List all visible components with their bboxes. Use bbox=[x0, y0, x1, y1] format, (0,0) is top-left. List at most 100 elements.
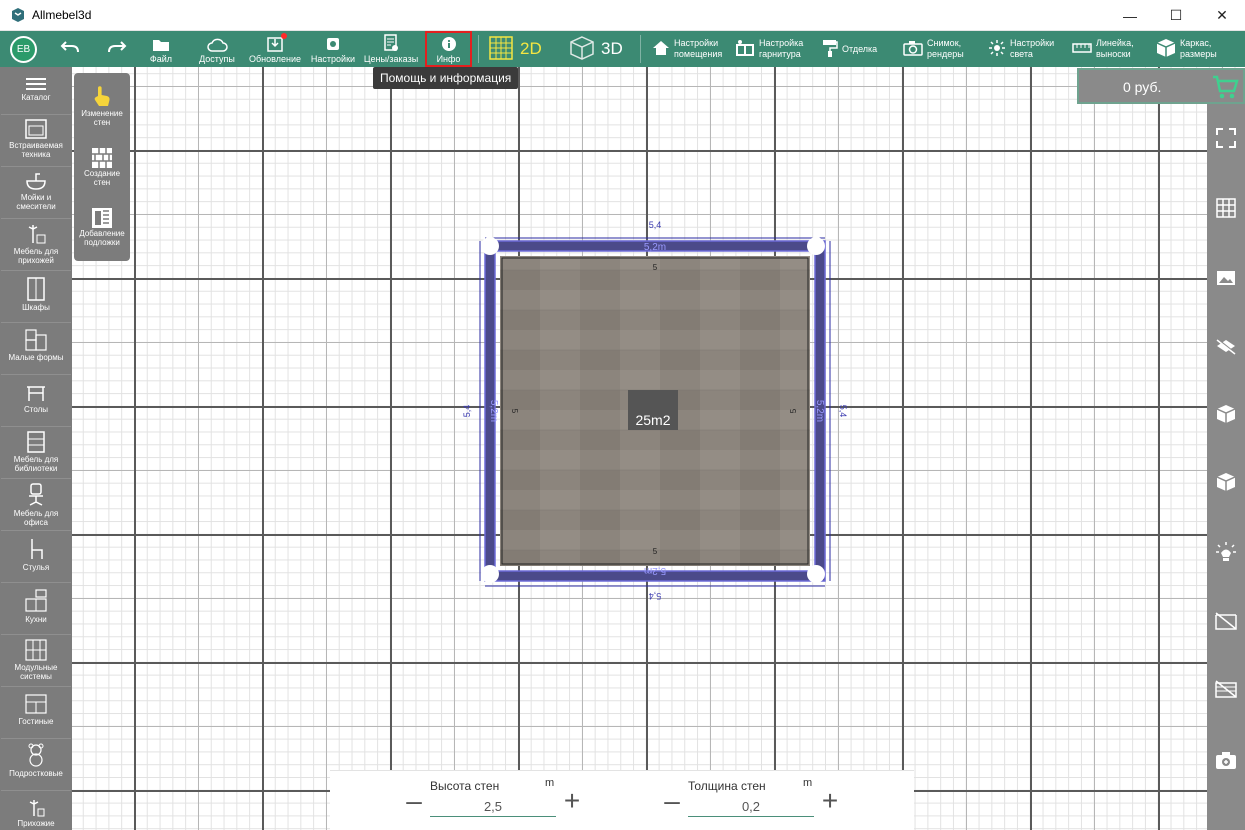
update-button[interactable]: Обновление bbox=[248, 31, 302, 67]
light-settings-button[interactable]: Настройки света bbox=[988, 31, 1066, 67]
sidebar-item-office-furniture[interactable]: Мебель для офиса bbox=[1, 479, 71, 531]
light-icon bbox=[989, 40, 1005, 56]
dim-bottom-outer: 5,4 bbox=[649, 591, 662, 601]
corner-handle[interactable] bbox=[481, 237, 499, 255]
cabinet-icon bbox=[736, 40, 754, 56]
menu-icon bbox=[26, 78, 46, 90]
dim-left-outer: 5,4 bbox=[462, 405, 472, 418]
cube-icon[interactable] bbox=[1214, 470, 1238, 494]
sidebar-item-teen[interactable]: Подростковые bbox=[1, 739, 71, 791]
wall-thickness-label: Толщина стен bbox=[688, 779, 766, 793]
wall-thickness-input[interactable]: 0,2 bbox=[688, 797, 814, 817]
dim-bottom-wall: 5,2m bbox=[644, 565, 666, 576]
image-icon[interactable] bbox=[1214, 266, 1238, 290]
dim-top-outer: 5,4 bbox=[649, 220, 662, 230]
frame-dimensions-button[interactable]: Каркас, размеры bbox=[1156, 31, 1240, 67]
furniture-set-button[interactable]: Настройка гарнитура bbox=[735, 31, 815, 67]
hide-objects-icon[interactable] bbox=[1214, 334, 1238, 358]
wardrobe-icon bbox=[27, 277, 45, 301]
floor-plan[interactable]: 5,4 5,2m 5 5 5,2m 5,4 5,4 5,2m 5 5 5,2m … bbox=[460, 210, 850, 610]
dim-top-inner: 5 bbox=[653, 263, 658, 272]
wall-height-label: Высота стен bbox=[430, 779, 500, 793]
wall-height-input[interactable]: 2,5 bbox=[430, 797, 556, 817]
living-room-icon bbox=[25, 694, 47, 714]
room-area-label: 25m2 bbox=[635, 412, 670, 428]
paint-roller-icon bbox=[823, 40, 838, 57]
wall-thickness-group: – Толщина стен m 0,2 + bbox=[588, 771, 838, 830]
wall-thickness-decrement[interactable]: – bbox=[660, 787, 684, 815]
app-title: Allmebel3d bbox=[32, 8, 92, 22]
grid-icon[interactable] bbox=[1214, 196, 1238, 220]
oven-icon bbox=[25, 119, 47, 139]
wall-height-increment[interactable]: + bbox=[560, 787, 584, 815]
sidebar-item-catalog[interactable]: Каталог bbox=[1, 69, 71, 115]
prices-orders-button[interactable]: Цены/заказы bbox=[360, 31, 422, 67]
wall-height-unit: m bbox=[545, 777, 555, 789]
user-avatar[interactable]: ЕВ bbox=[10, 36, 37, 63]
dim-top-wall: 5,2m bbox=[644, 242, 666, 253]
room-settings-button[interactable]: Настройки помещения bbox=[652, 31, 730, 67]
hallway-icon bbox=[29, 800, 45, 817]
access-button[interactable]: Доступы bbox=[194, 31, 240, 67]
ruler-icon bbox=[1072, 43, 1092, 53]
wall-hide-icon[interactable] bbox=[1214, 609, 1238, 633]
wall-height-decrement[interactable]: – bbox=[402, 787, 426, 815]
sidebar-item-wardrobes[interactable]: Шкафы bbox=[1, 271, 71, 323]
sidebar-item-hallways[interactable]: Прихожие bbox=[1, 791, 71, 830]
sidebar-item-built-in-appliances[interactable]: Встраиваемая техника bbox=[1, 115, 71, 167]
edit-walls-tool[interactable]: Изменение стен bbox=[74, 85, 130, 127]
create-walls-tool[interactable]: Создание стен bbox=[74, 147, 130, 187]
snapshot-render-button[interactable]: Снимок, рендеры bbox=[903, 31, 981, 67]
sidebar-item-tables[interactable]: Столы bbox=[1, 375, 71, 427]
settings-button[interactable]: Настройки bbox=[309, 31, 357, 67]
sidebar-item-sinks[interactable]: Мойки и смесители bbox=[1, 167, 71, 219]
sidebar-item-hallway-furniture[interactable]: Мебель для прихожей bbox=[1, 219, 71, 271]
redo-icon bbox=[108, 40, 127, 52]
catalog-sidebar: Каталог Встраиваемая техника Мойки и сме… bbox=[0, 67, 72, 830]
camera-icon bbox=[903, 41, 923, 56]
corner-handle[interactable] bbox=[807, 565, 825, 583]
mode-2d-button[interactable]: 2D bbox=[488, 31, 550, 67]
finishing-button[interactable]: Отделка bbox=[822, 31, 892, 67]
ruler-button[interactable]: Линейка, выноски bbox=[1072, 31, 1150, 67]
corner-handle[interactable] bbox=[481, 565, 499, 583]
undo-button[interactable] bbox=[57, 31, 83, 67]
table-icon bbox=[27, 386, 45, 401]
add-underlay-tool[interactable]: Добавление подложки bbox=[74, 207, 130, 247]
price-summary[interactable]: 0 руб. bbox=[1077, 68, 1245, 104]
mode-3d-button[interactable]: 3D bbox=[569, 31, 631, 67]
cube-3d-icon bbox=[570, 36, 594, 60]
chair-icon bbox=[31, 539, 43, 559]
gear-icon bbox=[327, 38, 339, 50]
redo-button[interactable] bbox=[104, 31, 130, 67]
corner-handle[interactable] bbox=[807, 237, 825, 255]
lamp-icon[interactable] bbox=[1214, 540, 1238, 564]
view-tools-sidebar bbox=[1207, 104, 1245, 830]
office-chair-icon bbox=[29, 483, 43, 506]
cart-icon[interactable] bbox=[1211, 73, 1239, 101]
sidebar-item-library-furniture[interactable]: Мебель для библиотеки bbox=[1, 427, 71, 479]
wall-thickness-increment[interactable]: + bbox=[818, 787, 842, 815]
grid-2d-icon bbox=[489, 36, 513, 60]
wall-thickness-unit: m bbox=[803, 777, 813, 789]
coat-rack-icon bbox=[28, 225, 46, 244]
hand-pointer-icon bbox=[94, 86, 110, 106]
title-bar: Allmebel3d — ☐ ✕ bbox=[0, 0, 1245, 31]
sidebar-item-kitchens[interactable]: Кухни bbox=[1, 583, 71, 635]
app-logo-icon bbox=[12, 8, 24, 22]
wall-strike-icon[interactable] bbox=[1214, 677, 1238, 701]
sidebar-item-chairs[interactable]: Стулья bbox=[1, 531, 71, 583]
sidebar-item-small-forms[interactable]: Малые формы bbox=[1, 323, 71, 375]
minimize-button[interactable]: — bbox=[1107, 0, 1153, 31]
file-button[interactable]: Файл bbox=[145, 31, 177, 67]
sidebar-item-modular-systems[interactable]: Модульные системы bbox=[1, 635, 71, 687]
box-open-icon[interactable] bbox=[1214, 402, 1238, 426]
shelves-icon bbox=[25, 329, 47, 351]
close-button[interactable]: ✕ bbox=[1199, 0, 1245, 31]
toolbar-separator bbox=[640, 35, 641, 63]
maximize-button[interactable]: ☐ bbox=[1153, 0, 1199, 31]
fullscreen-icon[interactable] bbox=[1214, 126, 1238, 150]
sidebar-item-living-rooms[interactable]: Гостиные bbox=[1, 687, 71, 739]
add-camera-icon[interactable] bbox=[1214, 748, 1238, 772]
update-badge bbox=[281, 33, 287, 39]
